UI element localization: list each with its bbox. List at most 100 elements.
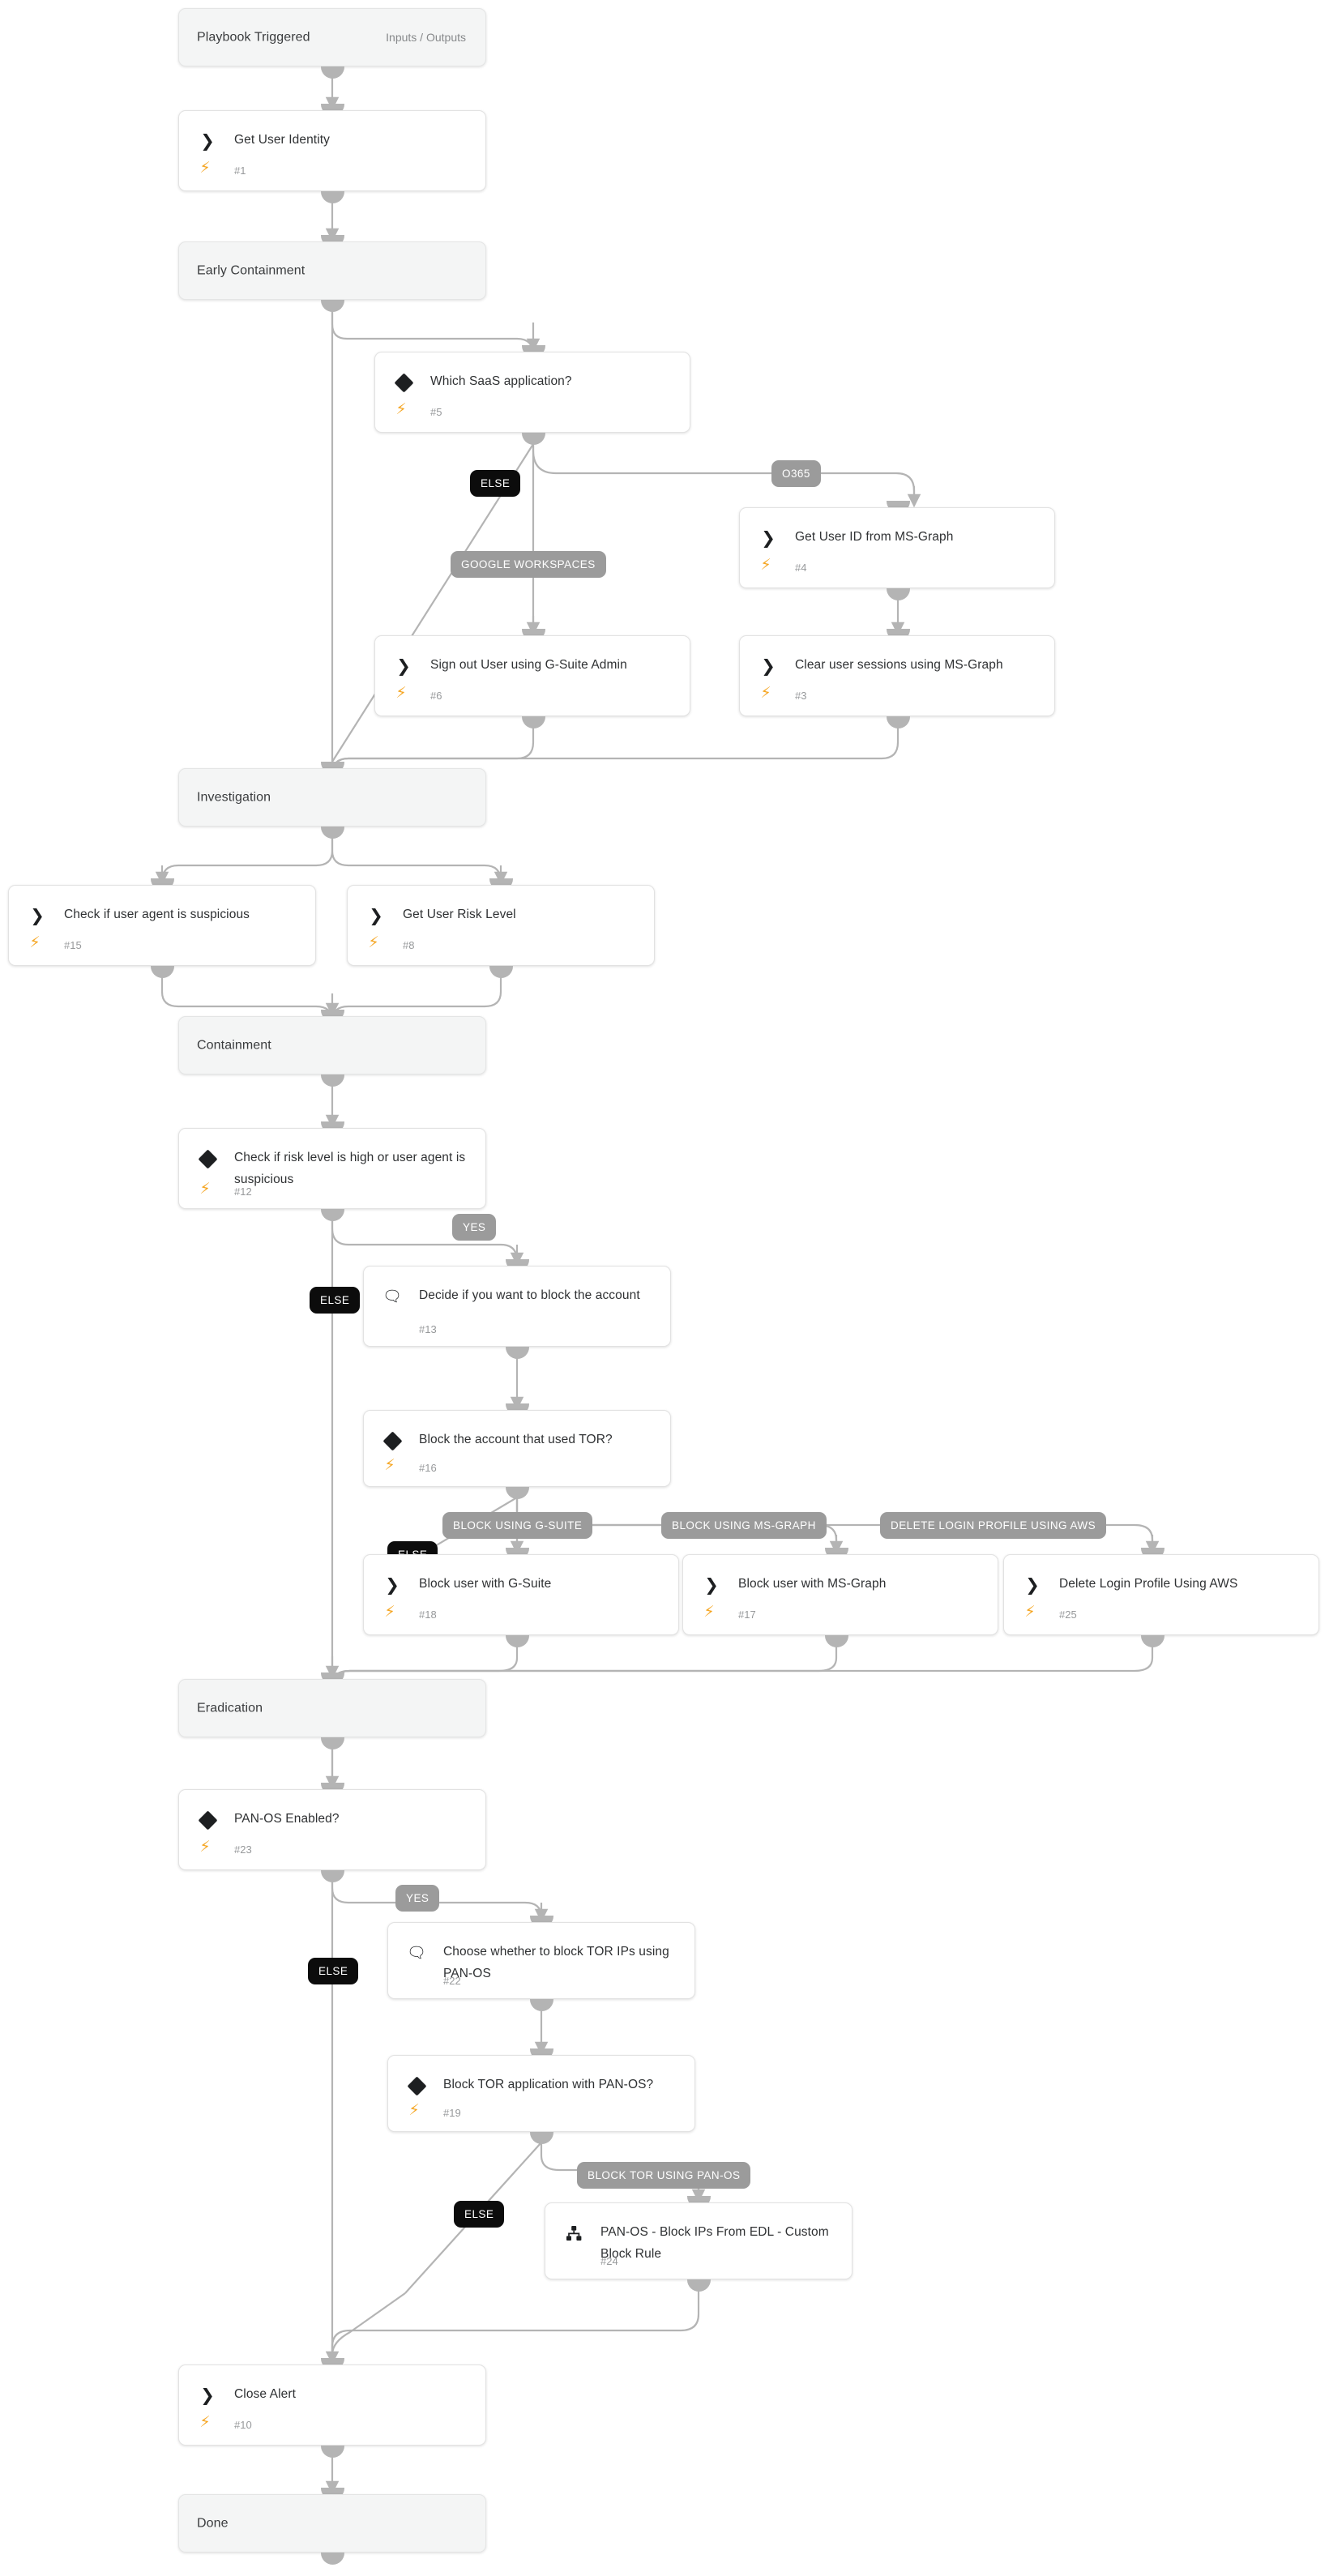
- node-containment[interactable]: Containment: [178, 1016, 486, 1074]
- node-title: Sign out User using G-Suite Admin: [430, 658, 627, 672]
- node-get-user-identity[interactable]: ❯ Get User Identity ⚡ #1: [178, 110, 486, 191]
- node-title: Block TOR application with PAN-OS?: [443, 2078, 654, 2091]
- port-out: [321, 1209, 344, 1221]
- node-delete-login-profile-using-aws[interactable]: ❯ Delete Login Profile Using AWS ⚡ #25: [1003, 1554, 1319, 1635]
- diamond-icon: [393, 372, 414, 393]
- bolt-icon: ⚡: [199, 1838, 211, 1856]
- node-number: #22: [443, 1975, 461, 1987]
- node-title: Which SaaS application?: [430, 374, 572, 388]
- port-out: [151, 966, 174, 978]
- node-block-the-account-that-used-tor[interactable]: Block the account that used TOR? ⚡ #16: [363, 1410, 671, 1487]
- port-out: [506, 1635, 529, 1647]
- chevron-icon: ❯: [30, 906, 45, 925]
- bolt-icon: ⚡: [395, 400, 407, 418]
- branch-label-text: YES: [406, 1892, 429, 1904]
- port-out: [321, 2553, 344, 2565]
- bolt-icon: ⚡: [368, 933, 379, 951]
- branch-label-block-tor-using-pan-os[interactable]: BLOCK TOR USING PAN-OS: [577, 2162, 751, 2189]
- chevron-icon: ❯: [396, 656, 411, 676]
- port-out: [506, 1347, 529, 1359]
- inputs-outputs-link[interactable]: Inputs / Outputs: [386, 31, 466, 44]
- node-title: Eradication: [197, 1701, 263, 1715]
- chevron-icon: ❯: [385, 1575, 400, 1595]
- node-check-if-user-agent-is-suspicious[interactable]: ❯ Check if user agent is suspicious ⚡ #1…: [8, 885, 316, 966]
- node-clear-user-sessions-using-ms-graph[interactable]: ❯ Clear user sessions using MS-Graph ⚡ #…: [739, 635, 1055, 716]
- node-block-tor-application-with-pan-os[interactable]: Block TOR application with PAN-OS? ⚡ #19: [387, 2055, 695, 2132]
- node-check-if-risk-level-is-high[interactable]: Check if risk level is high or user agen…: [178, 1128, 486, 1209]
- port-out: [321, 1737, 344, 1749]
- diamond-icon: [406, 2075, 427, 2096]
- node-block-user-with-ms-graph[interactable]: ❯ Block user with MS-Graph ⚡ #17: [682, 1554, 998, 1635]
- node-title: Containment: [197, 1038, 271, 1053]
- bolt-icon: ⚡: [199, 2413, 211, 2431]
- node-sign-out-user-using-g-suite-admin[interactable]: ❯ Sign out User using G-Suite Admin ⚡ #6: [374, 635, 690, 716]
- node-title: Check if risk level is high or user agen…: [234, 1151, 466, 1186]
- port-out: [489, 966, 513, 978]
- branch-label-text: ELSE: [320, 1294, 350, 1306]
- node-title: Get User Identity: [234, 133, 330, 147]
- port-out: [321, 1870, 344, 1882]
- node-number: #5: [430, 406, 442, 418]
- port-out: [687, 2279, 711, 2292]
- node-close-alert[interactable]: ❯ Close Alert ⚡ #10: [178, 2365, 486, 2446]
- node-pan-os-enabled[interactable]: PAN-OS Enabled? ⚡ #23: [178, 1789, 486, 1870]
- node-investigation[interactable]: Investigation: [178, 768, 486, 827]
- diamond-icon: [382, 1430, 403, 1451]
- node-title: Close Alert: [234, 2387, 297, 2401]
- node-number: #1: [234, 164, 246, 177]
- bubble-icon: 🗨: [382, 1288, 403, 1305]
- node-title: Investigation: [197, 790, 271, 805]
- node-title: PAN-OS - Block IPs From EDL - Custom Blo…: [600, 2225, 829, 2261]
- port-out: [887, 588, 910, 600]
- node-get-user-id-from-ms-graph[interactable]: ❯ Get User ID from MS-Graph ⚡ #4: [739, 507, 1055, 588]
- chevron-icon: ❯: [761, 528, 776, 548]
- node-title: Clear user sessions using MS-Graph: [795, 658, 1003, 672]
- node-done[interactable]: Done: [178, 2494, 486, 2553]
- node-block-user-with-g-suite[interactable]: ❯ Block user with G-Suite ⚡ #18: [363, 1554, 679, 1635]
- branch-label-yes-12[interactable]: YES: [452, 1214, 497, 1241]
- node-number: #10: [234, 2419, 252, 2431]
- node-title: Get User ID from MS-Graph: [795, 530, 954, 544]
- branch-label-else-23[interactable]: ELSE: [308, 1958, 359, 1984]
- node-title: Get User Risk Level: [403, 908, 516, 921]
- port-out: [530, 2132, 553, 2144]
- branch-label-text: BLOCK TOR USING PAN-OS: [588, 2169, 741, 2181]
- node-which-saas-application[interactable]: Which SaaS application? ⚡ #5: [374, 352, 690, 433]
- port-out: [887, 716, 910, 728]
- branch-label-o365[interactable]: O365: [771, 460, 821, 487]
- bolt-icon: ⚡: [1024, 1603, 1036, 1621]
- branch-label-text: BLOCK USING G-SUITE: [453, 1519, 583, 1532]
- node-choose-whether-to-block-tor-ips[interactable]: 🗨 Choose whether to block TOR IPs using …: [387, 1922, 695, 1999]
- node-title: Block user with G-Suite: [419, 1577, 552, 1591]
- node-number: #18: [419, 1608, 437, 1621]
- playbook-canvas[interactable]: Playbook Triggered Inputs / Outputs ❯ Ge…: [0, 0, 1329, 2576]
- branch-label-block-using-g-suite[interactable]: BLOCK USING G-SUITE: [442, 1512, 593, 1539]
- port-out: [522, 433, 545, 445]
- chevron-icon: ❯: [704, 1575, 719, 1595]
- branch-label-block-using-ms-graph[interactable]: BLOCK USING MS-GRAPH: [661, 1512, 827, 1539]
- bolt-icon: ⚡: [760, 556, 771, 574]
- node-get-user-risk-level[interactable]: ❯ Get User Risk Level ⚡ #8: [347, 885, 655, 966]
- branch-label-else-saas[interactable]: ELSE: [470, 470, 521, 497]
- node-early-containment[interactable]: Early Containment: [178, 241, 486, 300]
- chevron-icon: ❯: [761, 656, 776, 676]
- branch-label-else-19[interactable]: ELSE: [454, 2201, 505, 2228]
- chevron-icon: ❯: [369, 906, 383, 925]
- branch-label-else-12[interactable]: ELSE: [310, 1287, 361, 1314]
- node-playbook-triggered[interactable]: Playbook Triggered Inputs / Outputs: [178, 8, 486, 66]
- branch-label-delete-login-profile-using-aws[interactable]: DELETE LOGIN PROFILE USING AWS: [880, 1512, 1107, 1539]
- node-eradication[interactable]: Eradication: [178, 1679, 486, 1737]
- bolt-icon: ⚡: [199, 1180, 211, 1198]
- bolt-icon: ⚡: [703, 1603, 715, 1621]
- port-out: [321, 827, 344, 839]
- node-title: Early Containment: [197, 263, 306, 278]
- node-pan-os-block-ips-from-edl[interactable]: PAN-OS - Block IPs From EDL - Custom Blo…: [545, 2202, 853, 2279]
- node-decide-if-you-want-to-block-the-account[interactable]: 🗨 Decide if you want to block the accoun…: [363, 1266, 671, 1347]
- port-out: [321, 300, 344, 312]
- branch-label-text: BLOCK USING MS-GRAPH: [672, 1519, 816, 1532]
- node-number: #8: [403, 939, 415, 951]
- bolt-icon: ⚡: [199, 159, 211, 177]
- branch-label-yes-23[interactable]: YES: [395, 1885, 440, 1912]
- branch-label-google-workspaces[interactable]: GOOGLE WORKSPACES: [451, 551, 606, 578]
- port-out: [321, 1074, 344, 1087]
